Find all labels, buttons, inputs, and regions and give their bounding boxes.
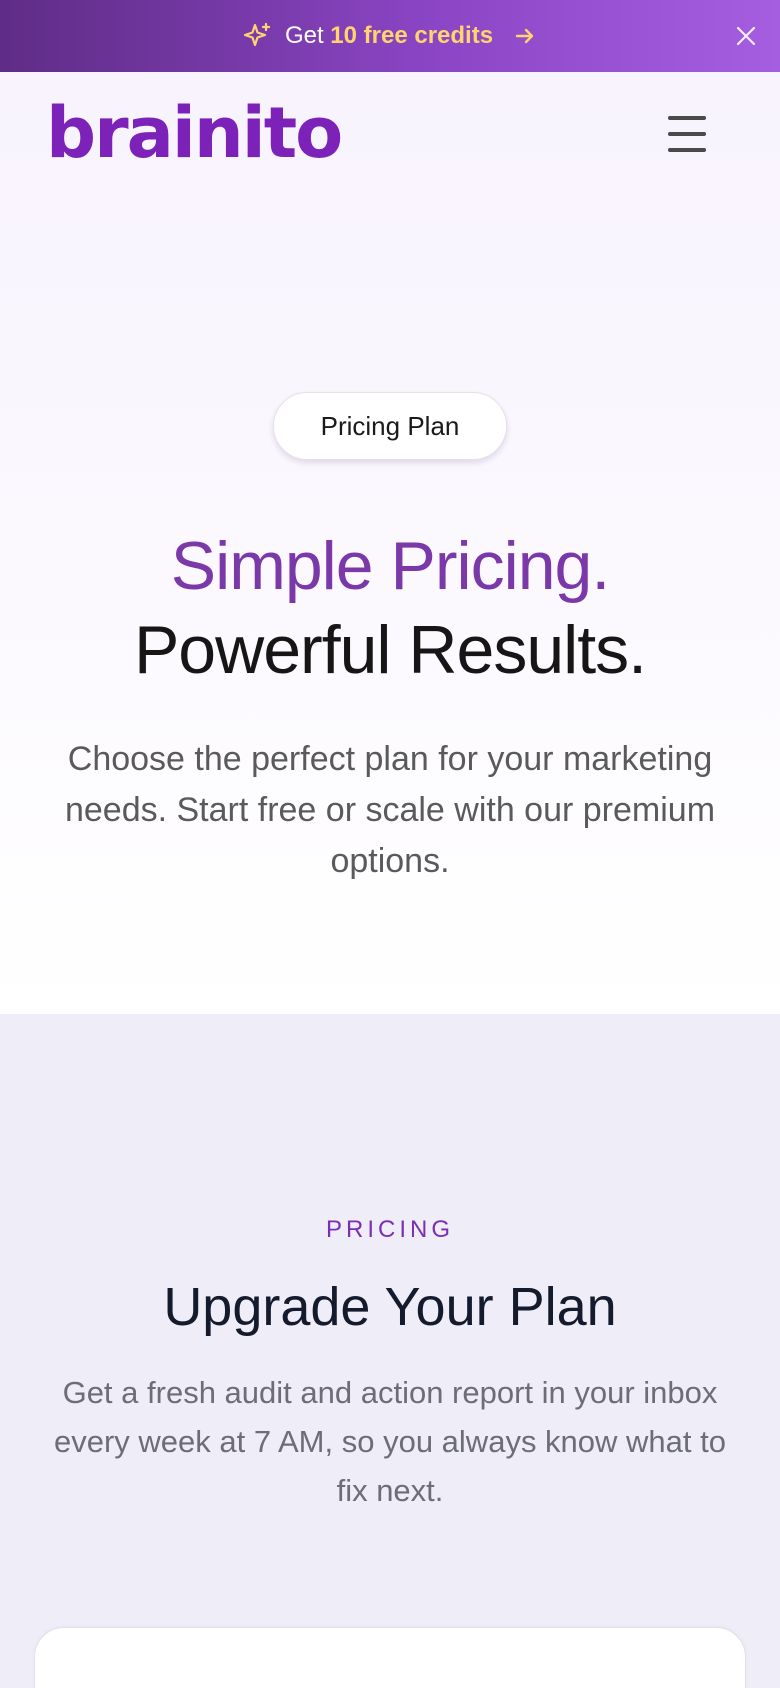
pricing-subtitle: Get a fresh audit and action report in y… (54, 1375, 726, 1508)
hero-title: Simple Pricing. Powerful Results. (0, 524, 780, 692)
hamburger-menu-icon[interactable] (668, 116, 706, 152)
hero-title-line2: Powerful Results. (133, 612, 647, 688)
promo-credits-highlight: 10 free credits (330, 22, 494, 49)
promo-link[interactable]: Get 10 free credits (243, 21, 537, 51)
pricing-eyebrow: PRICING (325, 1216, 454, 1243)
logo-text: brainito (46, 92, 343, 174)
pricing-section (0, 1014, 780, 1688)
promo-banner: Get 10 free credits (0, 0, 780, 72)
sparkle-icon (243, 22, 271, 47)
close-icon[interactable] (734, 24, 758, 48)
pricing-plan-badge: Pricing Plan (273, 392, 507, 460)
arrow-right-icon (515, 28, 534, 44)
brand-logo[interactable]: brainito (46, 98, 343, 168)
hero-title-line1: Simple Pricing. (170, 528, 611, 604)
promo-text: Get 10 free credits (285, 22, 493, 50)
promo-text-prefix: Get (284, 22, 324, 49)
pricing-title: Upgrade Your Plan (163, 1277, 617, 1337)
hero-subtitle: Choose the perfect plan for your marketi… (64, 740, 716, 880)
badge-label: Pricing Plan (320, 410, 460, 441)
pricing-card (34, 1627, 746, 1688)
